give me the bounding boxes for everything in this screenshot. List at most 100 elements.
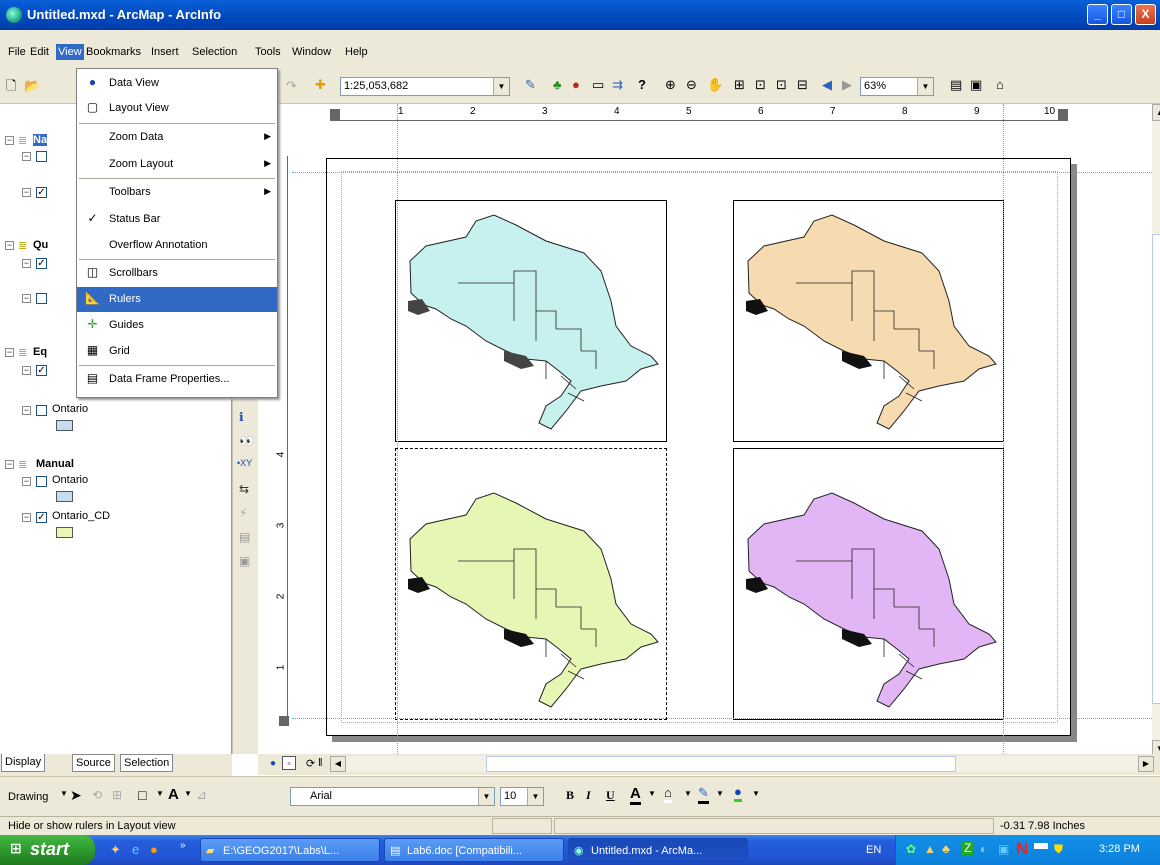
menu-item-overflow-annotation[interactable]: Overflow Annotation bbox=[77, 233, 277, 258]
firefox-icon[interactable]: ● bbox=[150, 842, 158, 857]
group-expander[interactable]: − bbox=[5, 460, 14, 469]
group-name-na[interactable]: Na bbox=[33, 134, 48, 146]
chevron-down-icon[interactable]: ▼ bbox=[716, 789, 724, 798]
zoom-100-icon[interactable]: ⊟ bbox=[797, 77, 808, 93]
pan-page-icon[interactable]: ✋ bbox=[707, 77, 723, 93]
rectangle-tool-icon[interactable]: □ bbox=[138, 787, 146, 803]
layer-name-ontario-cd[interactable]: Ontario_CD bbox=[52, 510, 110, 522]
horizontal-guide[interactable] bbox=[292, 718, 1152, 719]
scroll-right-arrow-icon[interactable]: ▶ bbox=[1138, 756, 1154, 772]
close-button[interactable]: X bbox=[1135, 4, 1156, 25]
chevron-down-icon[interactable]: ▼ bbox=[684, 789, 692, 798]
focus-data-frame-icon[interactable]: ▣ bbox=[970, 77, 982, 93]
scroll-up-arrow-icon[interactable]: ▲ bbox=[1152, 104, 1160, 121]
menu-selection[interactable]: Selection bbox=[192, 46, 237, 58]
zoom-in-page-icon[interactable]: ⊕ bbox=[665, 77, 676, 93]
group-expander[interactable]: − bbox=[5, 241, 14, 250]
menu-item-status-bar[interactable]: ✓ Status Bar bbox=[77, 207, 277, 232]
quicklaunch-overflow-icon[interactable]: » bbox=[180, 840, 186, 851]
edit-vertices-icon[interactable]: ⊿ bbox=[196, 787, 207, 803]
menu-item-data-frame-properties[interactable]: ▤ Data Frame Properties... bbox=[77, 367, 277, 392]
rotate-icon[interactable]: ⟲ bbox=[92, 788, 102, 802]
arctoolbox-icon[interactable]: ♣ bbox=[553, 77, 562, 93]
tray-icon[interactable]: ▣ bbox=[998, 842, 1009, 856]
layer-expander[interactable]: − bbox=[22, 513, 31, 522]
tray-icon[interactable]: N bbox=[1016, 839, 1028, 859]
tray-icon[interactable] bbox=[1034, 843, 1048, 849]
whats-this-icon[interactable]: ? bbox=[638, 77, 646, 93]
scroll-left-arrow-icon[interactable]: ◀ bbox=[330, 756, 346, 772]
tray-icon[interactable]: Z bbox=[962, 841, 974, 855]
menu-help[interactable]: Help bbox=[345, 46, 368, 58]
layer-checkbox[interactable]: ✓ bbox=[36, 512, 47, 523]
font-color-icon[interactable]: A bbox=[630, 785, 641, 805]
menu-bookmarks[interactable]: Bookmarks bbox=[86, 46, 141, 58]
data-frame-1[interactable] bbox=[395, 200, 667, 442]
create-viewer-icon[interactable]: ▣ bbox=[239, 554, 250, 568]
layer-checkbox[interactable] bbox=[36, 476, 47, 487]
menu-item-layout-view[interactable]: ▢ Layout View bbox=[77, 96, 277, 121]
menu-tools[interactable]: Tools bbox=[255, 46, 281, 58]
layer-expander[interactable]: − bbox=[22, 188, 31, 197]
tab-display[interactable]: Display bbox=[1, 754, 46, 772]
open-folder-icon[interactable]: 📂 bbox=[24, 78, 40, 94]
vertical-guide[interactable] bbox=[397, 104, 398, 754]
data-view-toggle-icon[interactable]: ● bbox=[270, 758, 276, 769]
new-document-icon[interactable]: 🗋 bbox=[6, 78, 16, 94]
chevron-down-icon[interactable]: ▼ bbox=[184, 789, 192, 798]
pause-drawing-icon[interactable]: ‖ bbox=[318, 757, 323, 769]
layer-checkbox[interactable]: ✓ bbox=[36, 258, 47, 269]
editor-toolbar-icon[interactable]: ✎ bbox=[525, 77, 536, 93]
menu-window[interactable]: Window bbox=[292, 46, 331, 58]
group-name-eq[interactable]: Eq bbox=[33, 346, 47, 358]
chevron-down-icon[interactable]: ▼ bbox=[917, 78, 933, 95]
group-expander[interactable]: − bbox=[5, 348, 14, 357]
layer-checkbox[interactable] bbox=[36, 151, 47, 162]
task-word[interactable]: ▤ Lab6.doc [Compatibili... bbox=[384, 838, 564, 862]
menu-view[interactable]: View bbox=[56, 44, 84, 60]
zoom-selected-icon[interactable]: ⊞ bbox=[112, 788, 122, 802]
fill-color-icon[interactable]: ⌂ bbox=[664, 785, 672, 803]
layer-checkbox[interactable] bbox=[36, 405, 47, 416]
measure-icon[interactable]: ⇆ bbox=[239, 482, 249, 496]
internet-explorer-icon[interactable]: e bbox=[132, 842, 139, 857]
chevron-down-icon[interactable]: ▼ bbox=[156, 789, 164, 798]
font-name-combo[interactable]: Arial ▼ bbox=[290, 787, 495, 806]
menu-item-guides[interactable]: ✛ Guides bbox=[77, 313, 277, 338]
horizontal-scroll-track[interactable] bbox=[346, 756, 1138, 772]
hyperlink-icon[interactable]: ⚡ bbox=[239, 506, 247, 520]
group-expander[interactable]: − bbox=[5, 136, 14, 145]
menu-item-data-view[interactable]: ● Data View bbox=[77, 71, 277, 96]
tray-icon[interactable]: ▲ bbox=[924, 842, 936, 856]
layer-expander[interactable]: − bbox=[22, 406, 31, 415]
menu-item-zoom-layout[interactable]: Zoom Layout ▶ bbox=[77, 152, 277, 177]
menu-item-scrollbars[interactable]: ◫ Scrollbars bbox=[77, 261, 277, 286]
quicklaunch-icon[interactable]: ✦ bbox=[110, 842, 121, 858]
toolbox-red-icon[interactable]: ● bbox=[572, 77, 580, 93]
command-line-icon[interactable]: ▭ bbox=[592, 77, 604, 93]
identify-icon[interactable]: ℹ bbox=[239, 410, 244, 424]
layer-name-ontario[interactable]: Ontario bbox=[52, 403, 88, 415]
select-elements-icon[interactable]: ➤ bbox=[70, 787, 82, 804]
data-frame-3[interactable] bbox=[395, 448, 667, 720]
drawing-menu-button[interactable]: Drawing bbox=[8, 791, 48, 803]
group-name-manual[interactable]: Manual bbox=[36, 458, 74, 470]
model-builder-icon[interactable]: ⇉ bbox=[612, 77, 623, 93]
layer-expander[interactable]: − bbox=[22, 477, 31, 486]
data-frame-2[interactable] bbox=[733, 200, 1004, 442]
fixed-zoom-out-icon[interactable]: ⊡ bbox=[776, 77, 787, 93]
group-name-qu[interactable]: Qu bbox=[33, 239, 48, 251]
html-popup-icon[interactable]: ▤ bbox=[239, 530, 250, 544]
italic-button[interactable]: I bbox=[586, 788, 591, 803]
chevron-down-icon[interactable]: ▼ bbox=[648, 789, 656, 798]
menu-item-zoom-data[interactable]: Zoom Data ▶ bbox=[77, 125, 277, 150]
menu-edit[interactable]: Edit bbox=[30, 46, 49, 58]
chevron-down-icon[interactable]: ▼ bbox=[493, 78, 509, 95]
redo-icon[interactable]: ↷ bbox=[286, 78, 297, 94]
layer-expander[interactable]: − bbox=[22, 259, 31, 268]
layer-expander[interactable]: − bbox=[22, 366, 31, 375]
bold-button[interactable]: B bbox=[566, 788, 574, 803]
horizontal-scroll-thumb[interactable] bbox=[486, 756, 956, 772]
zoom-whole-page-icon[interactable]: ⊞ bbox=[734, 77, 745, 93]
language-indicator[interactable]: EN bbox=[866, 844, 881, 856]
